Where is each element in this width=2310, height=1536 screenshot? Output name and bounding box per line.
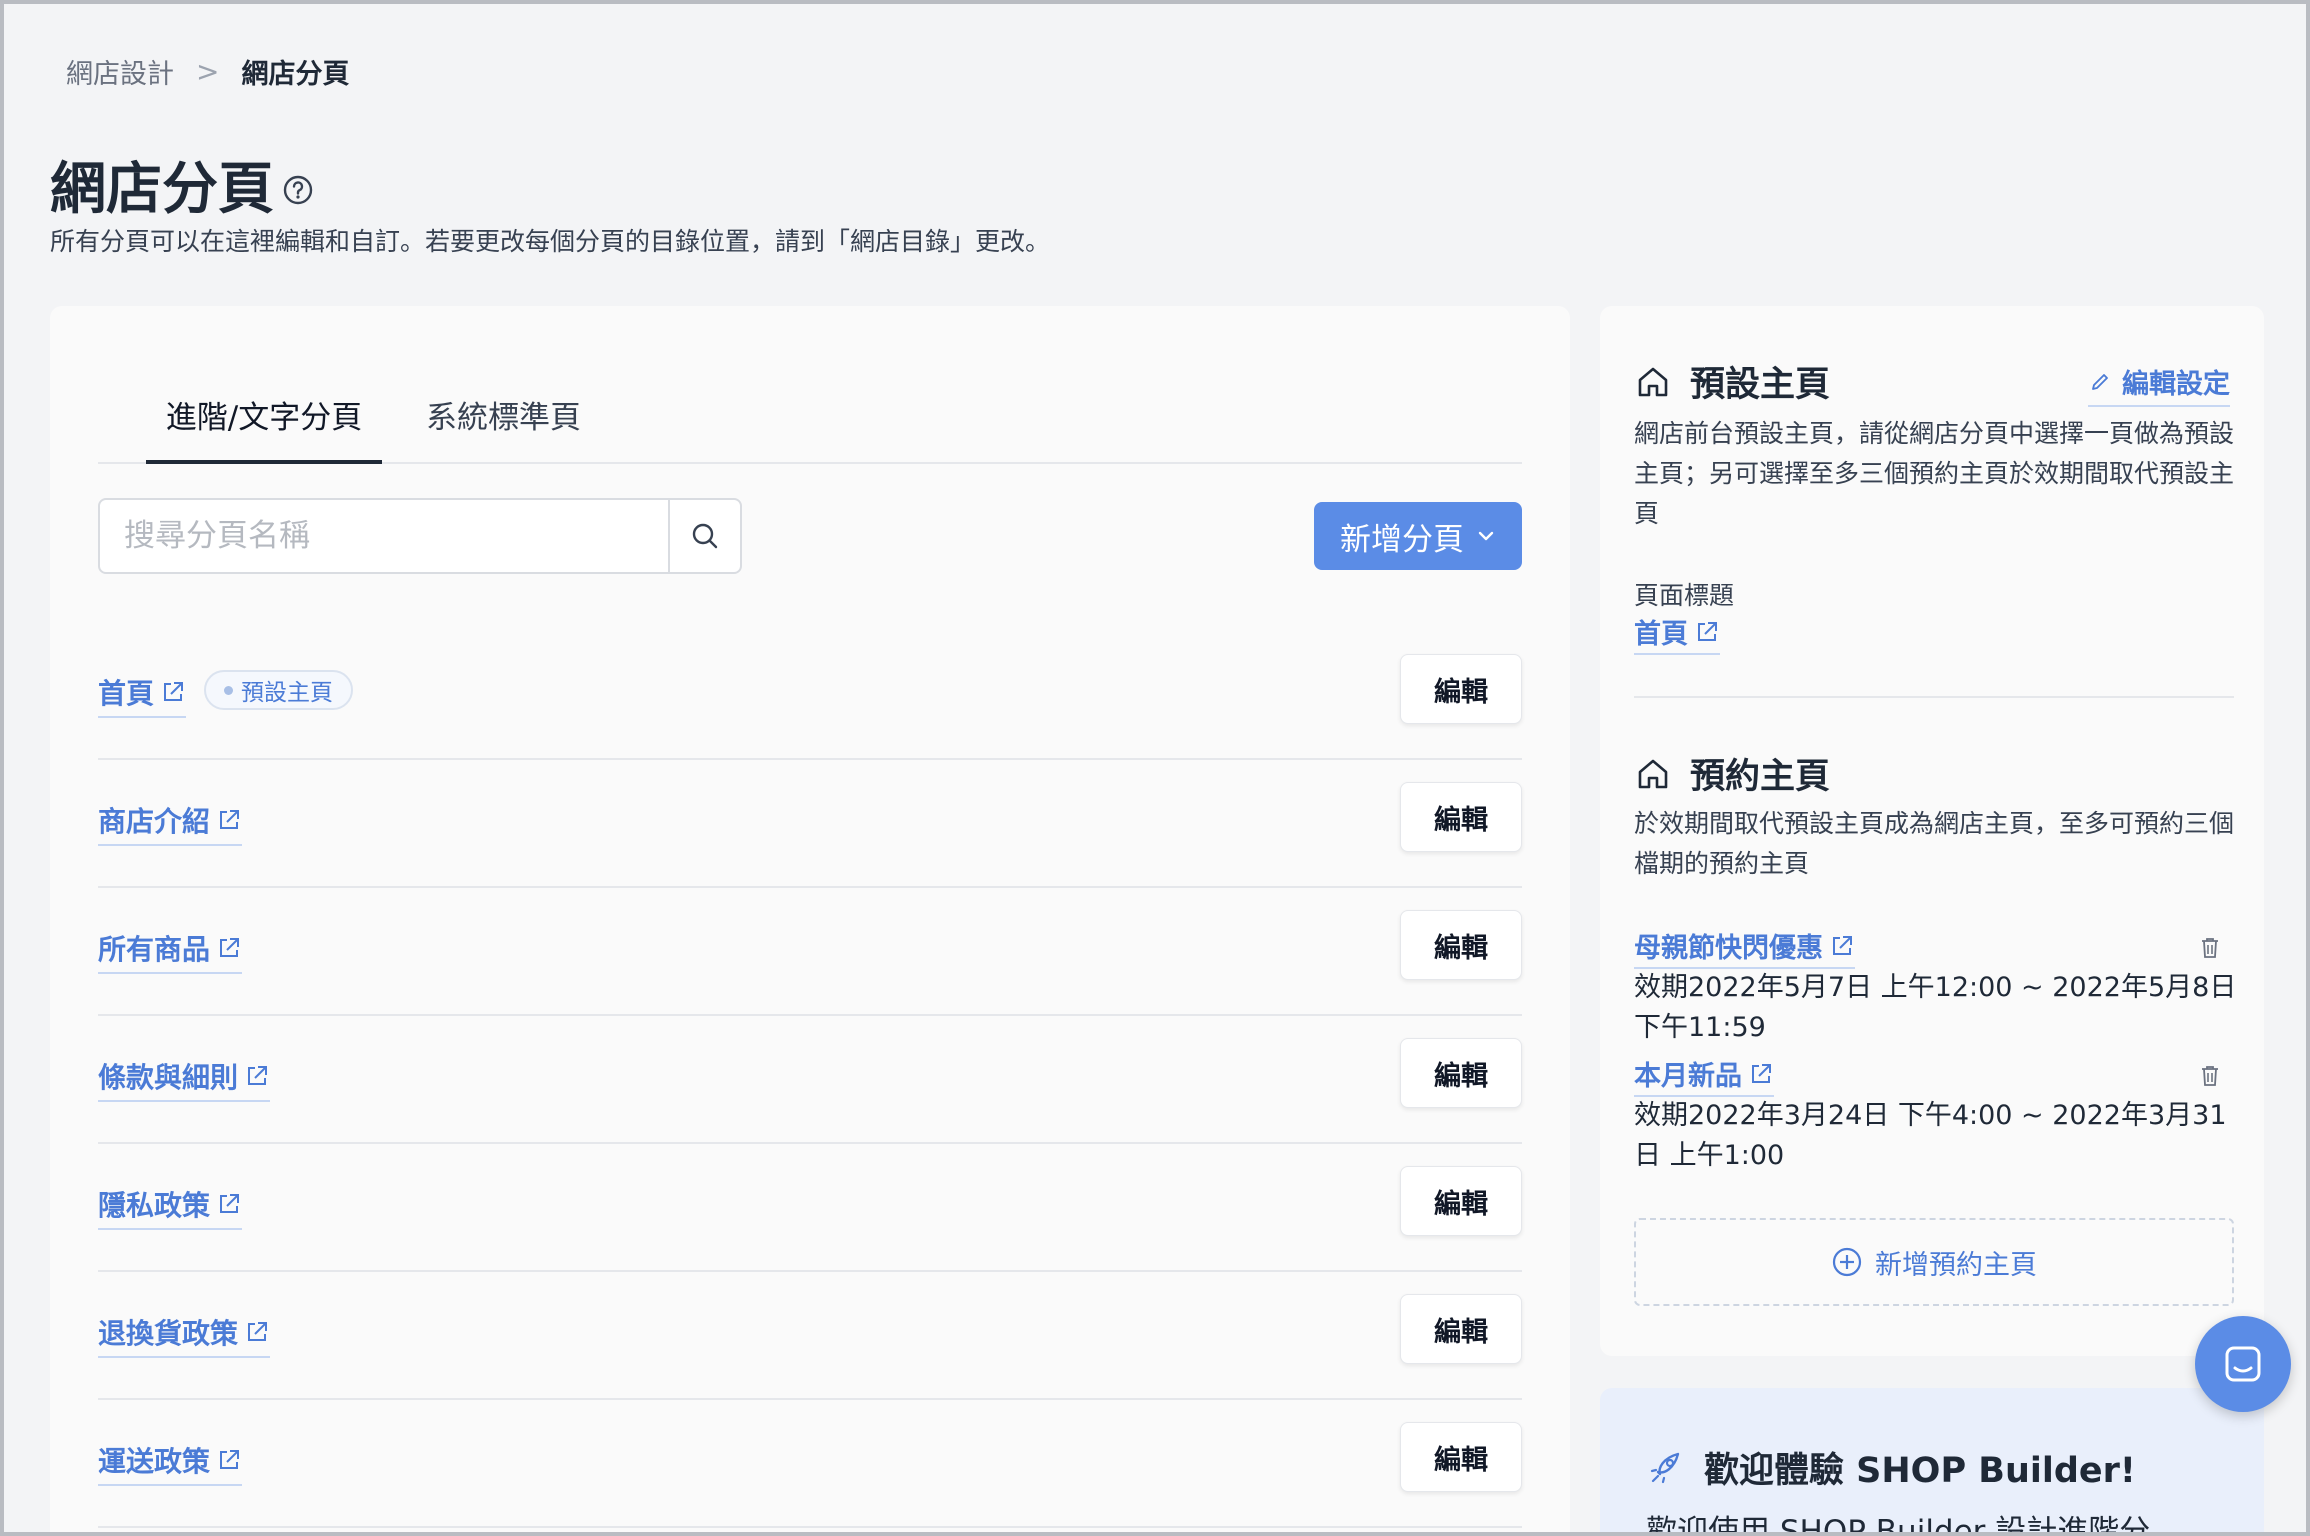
search-button[interactable] (668, 500, 740, 572)
page-link[interactable]: 首頁 (98, 672, 187, 718)
trash-icon[interactable] (2200, 1064, 2220, 1088)
search-box (98, 498, 742, 574)
chat-icon (2225, 1346, 2261, 1382)
edit-button[interactable]: 編輯 (1400, 782, 1522, 852)
badge-dot-icon (224, 685, 233, 695)
page-name: 首頁 (98, 677, 155, 710)
breadcrumb-separator-icon: > (196, 55, 220, 88)
page-title-row: 網店分頁 (50, 144, 314, 225)
edit-button[interactable]: 編輯 (1400, 1422, 1522, 1492)
scheduled-home-title: 預約主頁 (1690, 757, 1831, 797)
list-item: 運送政策 編輯 (98, 1400, 1522, 1528)
page-link[interactable]: 所有商品 (98, 928, 243, 974)
external-link-icon (164, 682, 184, 701)
edit-button[interactable]: 編輯 (1400, 654, 1522, 724)
default-home-page-name: 首頁 (1634, 619, 1688, 650)
tab-bar: 進階/文字分頁 系統標準頁 (98, 362, 1522, 464)
help-icon[interactable] (282, 174, 314, 206)
page-title: 網店分頁 (50, 157, 274, 222)
scheduled-period: 效期2022年5月7日 上午12:00 ~ 2022年5月8日 下午11:59 (1634, 972, 2237, 1043)
scheduled-home-name: 母親節快閃優惠 (1634, 933, 1823, 964)
welcome-card: 歡迎體驗 SHOP Builder! 歡迎使用 SHOP Builder 設計進… (1600, 1388, 2264, 1536)
default-home-header: 預設主頁 (1634, 356, 1830, 407)
scheduled-home-link[interactable]: 母親節快閃優惠 (1634, 926, 1855, 969)
breadcrumb-current: 網店分頁 (241, 59, 350, 90)
page-link[interactable]: 退換貨政策 (98, 1312, 271, 1358)
page-description: 所有分頁可以在這裡編輯和自訂。若要更改每個分頁的目錄位置，請到「網店目錄」更改。 (50, 227, 1051, 256)
home-icon (1638, 367, 1668, 396)
breadcrumb-parent[interactable]: 網店設計 (66, 52, 174, 91)
default-home-badge: 預設主頁 (204, 670, 353, 710)
external-link-icon (1833, 935, 1852, 955)
external-link-icon (1698, 621, 1717, 641)
trash-icon[interactable] (2200, 936, 2220, 960)
edit-button[interactable]: 編輯 (1400, 910, 1522, 980)
page-name: 條款與細則 (98, 1061, 239, 1094)
scheduled-home-link[interactable]: 本月新品 (1634, 1054, 1774, 1097)
scheduled-home-name: 本月新品 (1634, 1061, 1742, 1092)
search-input[interactable] (100, 500, 668, 572)
breadcrumb: 網店設計 > 網店分頁 (66, 52, 349, 91)
edit-button[interactable]: 編輯 (1400, 1294, 1522, 1364)
search-icon (692, 523, 718, 549)
chevron-down-icon (1478, 531, 1494, 541)
page-name: 商店介紹 (98, 805, 211, 838)
page-title-label: 頁面標題 (1634, 581, 1735, 610)
external-link-icon (248, 1322, 268, 1341)
list-item: 首頁 預設主頁 編輯 (98, 632, 1522, 760)
chat-launcher-button[interactable] (2195, 1316, 2291, 1412)
page-link[interactable]: 條款與細則 (98, 1056, 271, 1102)
tab-advanced-pages[interactable]: 進階/文字分頁 (146, 392, 382, 464)
external-link-icon (220, 1194, 240, 1213)
edit-button[interactable]: 編輯 (1400, 1166, 1522, 1236)
default-home-title: 預設主頁 (1690, 365, 1831, 405)
app-frame: 網店設計 > 網店分頁 網店分頁 所有分頁可以在這裡編輯和自訂。若要更改每個分頁… (0, 0, 2310, 1536)
tab-system-pages[interactable]: 系統標準頁 (426, 392, 581, 467)
pages-card: 進階/文字分頁 系統標準頁 新增分頁 首頁 (50, 306, 1570, 1532)
pencil-icon (2092, 373, 2108, 390)
plus-circle-icon (1832, 1247, 1862, 1277)
list-item: 退換貨政策 編輯 (98, 1272, 1522, 1400)
default-home-description: 網店前台預設主頁，請從網店分頁中選擇一頁做為預設主頁；另可選擇至多三個預約主頁於… (1634, 419, 2235, 528)
edit-button[interactable]: 編輯 (1400, 1038, 1522, 1108)
page-link[interactable]: 隱私政策 (98, 1184, 243, 1230)
add-scheduled-home-button[interactable]: 新增預約主頁 (1634, 1218, 2234, 1306)
default-home-page-link[interactable]: 首頁 (1634, 612, 1720, 655)
edit-settings-link[interactable]: 編輯設定 (2088, 362, 2230, 407)
page-link[interactable]: 商店介紹 (98, 800, 243, 846)
page-name: 隱私政策 (98, 1189, 211, 1222)
external-link-icon (220, 810, 240, 829)
external-link-icon (248, 1066, 268, 1085)
welcome-title: 歡迎體驗 SHOP Builder! (1704, 1451, 2136, 1491)
list-item: 條款與細則 編輯 (98, 1016, 1522, 1144)
list-item: 隱私政策 編輯 (98, 1144, 1522, 1272)
external-link-icon (220, 938, 240, 957)
scheduled-period: 效期2022年3月24日 下午4:00 ~ 2022年3月31日 上午1:00 (1634, 1100, 2227, 1171)
page-list: 首頁 預設主頁 編輯 商店介紹 編輯 所有商品 編輯 條款與細則 編輯 隱私政策… (98, 632, 1522, 1528)
page-name: 退換貨政策 (98, 1317, 239, 1350)
home-icon (1638, 759, 1668, 788)
rocket-icon (1650, 1452, 1680, 1483)
list-item: 商店介紹 編輯 (98, 760, 1522, 888)
edit-settings-label: 編輯設定 (2122, 369, 2230, 400)
welcome-title-row: 歡迎體驗 SHOP Builder! (1646, 1442, 2136, 1493)
scheduled-home-header: 預約主頁 (1634, 748, 1830, 799)
page-name: 運送政策 (98, 1445, 211, 1478)
section-divider (1634, 696, 2234, 698)
external-link-icon (1752, 1063, 1771, 1083)
list-item: 所有商品 編輯 (98, 888, 1522, 1016)
page-name: 所有商品 (98, 933, 211, 966)
scheduled-home-description: 於效期間取代預設主頁成為網店主頁，至多可預約三個檔期的預約主頁 (1634, 809, 2235, 878)
page-link[interactable]: 運送政策 (98, 1440, 243, 1486)
external-link-icon (220, 1450, 240, 1469)
add-scheduled-home-label: 新增預約主頁 (1875, 1249, 2037, 1281)
welcome-text: 歡迎使用 SHOP Builder 設計進階分 (1646, 1514, 2151, 1536)
add-page-button[interactable]: 新增分頁 (1314, 502, 1522, 570)
home-settings-card: 預設主頁 編輯設定 網店前台預設主頁，請從網店分頁中選擇一頁做為預設主頁；另可選… (1600, 306, 2264, 1356)
add-page-label: 新增分頁 (1340, 521, 1464, 558)
badge-label: 預設主頁 (241, 680, 333, 706)
